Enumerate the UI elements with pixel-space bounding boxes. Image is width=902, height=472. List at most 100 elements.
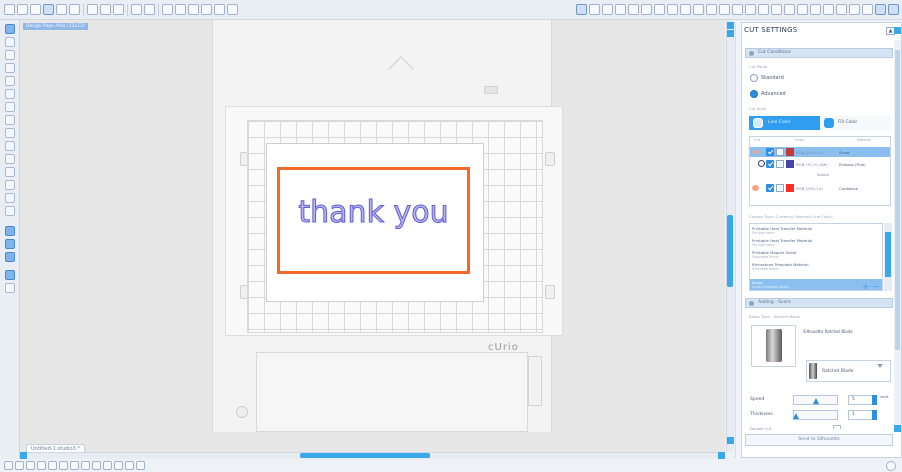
export-panel-icon[interactable] (5, 283, 15, 293)
paste-icon[interactable] (113, 4, 124, 15)
registration-icon[interactable] (797, 4, 808, 15)
ungroup-icon[interactable] (59, 461, 68, 470)
edit-points-icon[interactable] (5, 37, 15, 47)
thickness-stepper[interactable] (872, 410, 877, 420)
eye-icon[interactable] (753, 150, 759, 154)
panel-scroll-thumb[interactable] (895, 50, 900, 350)
trace-icon[interactable] (732, 4, 743, 15)
delete-icon[interactable] (37, 461, 46, 470)
bring-forward-icon[interactable] (114, 461, 123, 470)
design-store-icon[interactable] (602, 4, 613, 15)
save-icon[interactable] (43, 4, 54, 15)
sketch-icon[interactable] (758, 4, 769, 15)
pencil-icon[interactable] (5, 154, 15, 164)
cut-settings-icon[interactable] (810, 4, 821, 15)
offset-icon[interactable] (719, 4, 730, 15)
duplicate-icon[interactable] (26, 461, 35, 470)
vertical-scroll-thumb[interactable] (727, 215, 733, 287)
zoom-page-icon[interactable] (227, 4, 238, 15)
deselect-icon[interactable] (15, 461, 24, 470)
scroll-right-button[interactable] (718, 452, 725, 459)
compound-path-icon[interactable] (70, 461, 79, 470)
silhouette-icon[interactable] (875, 4, 886, 15)
pan-icon[interactable] (162, 4, 173, 15)
rhinestone-icon[interactable] (771, 4, 782, 15)
print-icon[interactable] (56, 4, 67, 15)
store-icon[interactable] (862, 4, 873, 15)
undo-icon[interactable] (131, 4, 142, 15)
zoom-fit-icon[interactable] (214, 4, 225, 15)
offset-tool-icon[interactable] (103, 461, 112, 470)
line-tool-icon[interactable] (5, 50, 15, 60)
replicate-icon[interactable] (693, 4, 704, 15)
panel-scroll-down-button[interactable] (894, 425, 901, 432)
design-panel-icon[interactable] (5, 252, 15, 262)
grid-icon[interactable] (589, 4, 600, 15)
help-icon[interactable] (888, 4, 899, 15)
scroll-left-button[interactable] (20, 452, 27, 459)
eye-icon[interactable] (752, 185, 759, 191)
select-all-icon[interactable] (4, 461, 13, 470)
page-setup-icon[interactable] (576, 4, 587, 15)
layer-panel-icon[interactable] (5, 239, 15, 249)
group-icon[interactable] (48, 461, 57, 470)
adding-header[interactable]: Adding - Score (745, 298, 893, 308)
eraser-icon[interactable] (5, 180, 15, 190)
fill-color-icon[interactable] (654, 4, 665, 15)
fill-panel-icon[interactable] (5, 226, 15, 236)
preferences-icon[interactable] (836, 4, 847, 15)
thickness-slider-knob[interactable] (793, 413, 799, 419)
release-compound-icon[interactable] (81, 461, 90, 470)
shape-icon[interactable] (628, 4, 639, 15)
library-panel-icon[interactable] (615, 4, 626, 15)
remove-material-button[interactable]: − (873, 283, 880, 291)
zoom-select-icon[interactable] (201, 4, 212, 15)
thickness-slider[interactable] (793, 410, 838, 420)
redo-icon[interactable] (144, 4, 155, 15)
scroll-down-button[interactable] (727, 437, 734, 444)
zoom-out-icon[interactable] (188, 4, 199, 15)
row-cut-checkbox[interactable] (766, 160, 774, 168)
freehand-tool-icon[interactable] (5, 128, 15, 138)
polygon-tool-icon[interactable] (5, 63, 15, 73)
material-scroll-thumb[interactable] (885, 232, 891, 277)
select-tool-icon[interactable] (5, 24, 15, 34)
chevron-down-icon[interactable] (877, 364, 883, 368)
text-tool-icon[interactable] (5, 167, 15, 177)
pixscan-icon[interactable] (745, 4, 756, 15)
library-icon[interactable] (30, 4, 41, 15)
design-text[interactable]: thank you (277, 195, 470, 231)
bring-front-icon[interactable] (136, 461, 145, 470)
horizontal-scroll-thumb[interactable] (300, 453, 430, 458)
modify-icon[interactable] (706, 4, 717, 15)
row-cut-checkbox[interactable] (766, 148, 774, 156)
send-backward-icon[interactable] (125, 461, 134, 470)
smooth-freehand-icon[interactable] (5, 141, 15, 151)
emboss-icon[interactable] (784, 4, 795, 15)
send-icon[interactable] (823, 4, 834, 15)
layers-icon[interactable] (849, 4, 860, 15)
scroll-up-button-2[interactable] (727, 30, 734, 37)
rectangle-tool-icon[interactable] (5, 102, 15, 112)
transform-icon[interactable] (667, 4, 678, 15)
arc-tool-icon[interactable] (5, 89, 15, 99)
scroll-up-button[interactable] (727, 22, 734, 29)
row-cut-checkbox[interactable] (766, 184, 774, 192)
knife-icon[interactable] (5, 193, 15, 203)
copy-icon[interactable] (100, 4, 111, 15)
cut-icon[interactable] (87, 4, 98, 15)
curve-tool-icon[interactable] (5, 76, 15, 86)
speed-stepper[interactable] (872, 395, 877, 405)
media-panel-icon[interactable] (5, 270, 15, 280)
cut-conditions-header[interactable]: Cut Conditions (745, 48, 893, 58)
speed-slider-knob[interactable] (813, 398, 819, 404)
new-document-icon[interactable] (4, 4, 15, 15)
print-cut-icon[interactable] (69, 4, 80, 15)
standard-radio[interactable] (750, 74, 758, 82)
ellipse-tool-icon[interactable] (5, 115, 15, 125)
radio-marker-icon[interactable] (758, 160, 765, 167)
panel-scroll-up-button[interactable] (894, 27, 901, 34)
advanced-radio[interactable] (750, 90, 758, 98)
add-material-button[interactable]: + (862, 283, 869, 291)
open-icon[interactable] (17, 4, 28, 15)
